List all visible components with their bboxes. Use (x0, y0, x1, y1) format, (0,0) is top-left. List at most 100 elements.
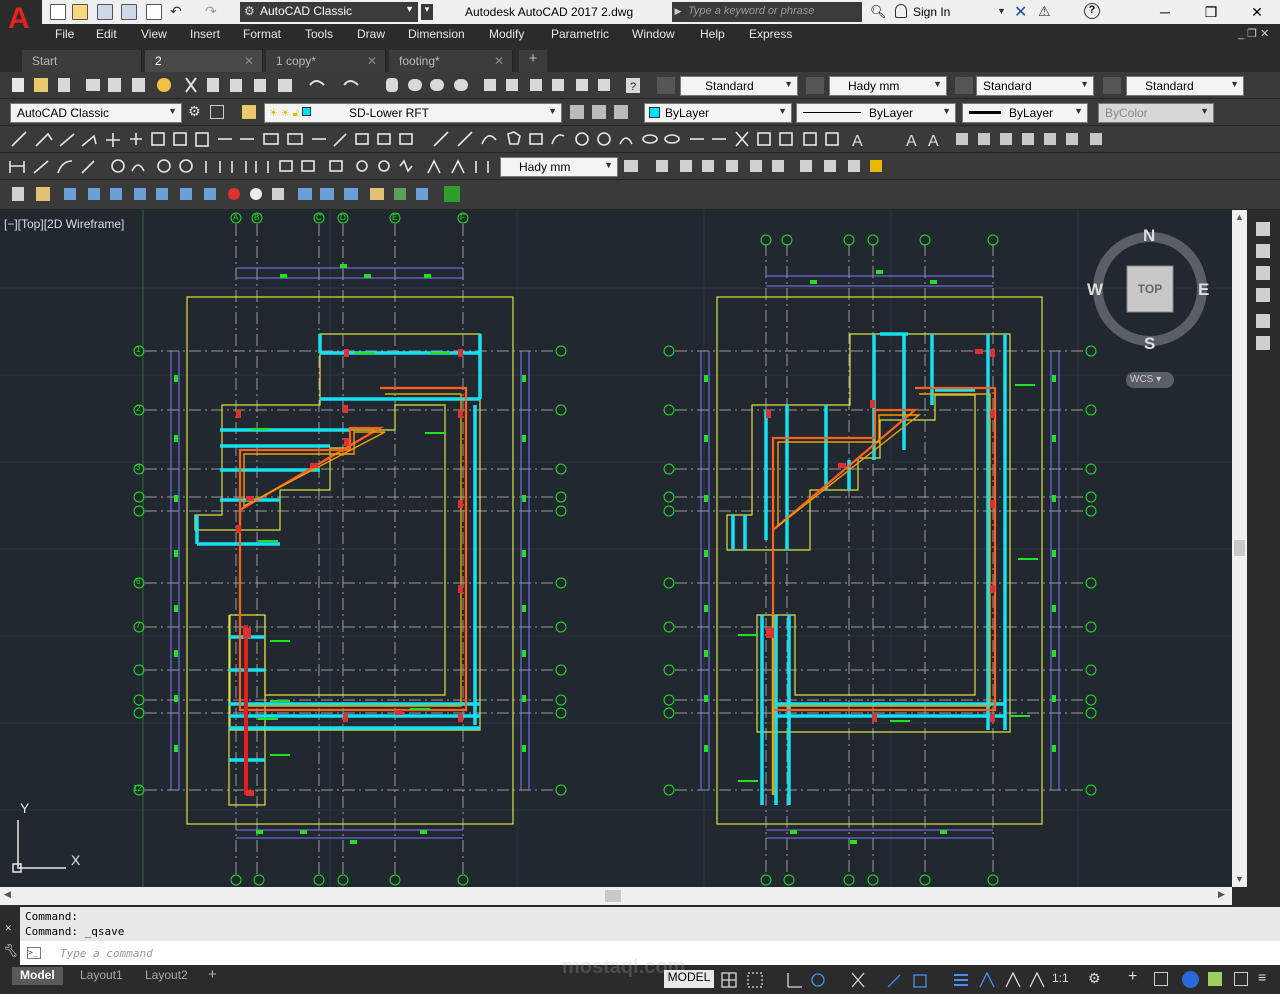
nav-tool-icon[interactable] (1256, 222, 1270, 236)
color-select[interactable]: ByLayer ▼ (644, 103, 792, 123)
plot-icon[interactable] (146, 4, 162, 20)
menu-format[interactable]: Format (243, 27, 281, 41)
sign-in-button[interactable]: Sign In (913, 5, 950, 19)
gear-icon[interactable]: ⚙ (188, 103, 201, 120)
minimize-button[interactable]: ─ (1142, 0, 1188, 24)
dimension-edit-icons[interactable] (620, 153, 890, 180)
drawing-canvas[interactable] (0, 210, 1232, 887)
scroll-thumb[interactable] (1234, 540, 1245, 556)
scroll-right-icon[interactable]: ▶ (1218, 889, 1225, 900)
layer-select[interactable]: ☀ ☀ 🔓︎ SD-Lower RFT ▼ (264, 103, 562, 123)
model-space-button[interactable]: MODEL (664, 970, 714, 988)
viewcube-north[interactable]: N (1143, 226, 1155, 246)
undo-icon[interactable]: ↶ (170, 3, 182, 20)
menu-insert[interactable]: Insert (190, 27, 220, 41)
workspace-combo[interactable]: AutoCAD Classic ▼ (10, 103, 182, 123)
table-style-select[interactable]: Standard ▼ (976, 76, 1094, 96)
dim-style-select[interactable]: Hady mm ▼ (829, 76, 947, 96)
menu-tools[interactable]: Tools (305, 27, 333, 41)
menu-window[interactable]: Window (632, 27, 675, 41)
make-current-layer-icon[interactable] (570, 105, 584, 119)
binoculars-icon[interactable]: 🔍︎ (870, 4, 887, 20)
nav-tool-icon[interactable] (1256, 314, 1270, 328)
close-button[interactable]: ✕ (1234, 0, 1280, 24)
standard-toolbar-icons[interactable]: ? (0, 72, 660, 99)
close-icon[interactable]: ✕ (244, 54, 254, 68)
tab-model[interactable]: Model (12, 967, 63, 985)
application-menu-button[interactable]: A (0, 0, 42, 44)
save-icon[interactable] (97, 4, 113, 20)
wrench-icon[interactable]: 🔧︎ (0, 941, 20, 965)
nav-tool-icon[interactable] (1256, 244, 1270, 258)
tab-2[interactable]: 2 ✕ (145, 50, 263, 72)
maximize-button[interactable]: ❐ (1188, 0, 1234, 24)
viewcube-top-face[interactable]: TOP (1127, 282, 1173, 296)
draw-modify-toolbar-icons[interactable]: A A A (0, 126, 1110, 153)
dimension-toolbar-icons[interactable] (0, 153, 500, 180)
plus-icon[interactable]: + (1128, 968, 1137, 986)
dim-style-combo[interactable]: Hady mm ▼ (500, 157, 618, 177)
menu-express[interactable]: Express (749, 27, 792, 41)
open-icon[interactable] (72, 4, 88, 20)
viewcube-west[interactable]: W (1087, 280, 1103, 300)
exchange-icon[interactable]: ✕ (1014, 2, 1027, 22)
menu-edit[interactable]: Edit (96, 27, 117, 41)
tab-start[interactable]: Start (22, 50, 142, 72)
scroll-down-icon[interactable]: ▼ (1235, 874, 1244, 884)
tab-1-copy[interactable]: 1 copy* ✕ (266, 50, 386, 72)
extra-toolbar-icons[interactable] (0, 180, 470, 210)
clean-screen-icon[interactable] (1208, 972, 1222, 986)
customize-icon[interactable] (1234, 972, 1248, 986)
layer-states-icon[interactable] (614, 105, 628, 119)
linetype-select[interactable]: ByLayer ▼ (796, 103, 956, 123)
search-input[interactable]: Type a keyword or phrase (684, 2, 862, 22)
menu-view[interactable]: View (141, 27, 167, 41)
scroll-up-icon[interactable]: ▲ (1235, 212, 1244, 222)
close-icon[interactable]: ✕ (367, 54, 377, 68)
menu-icon[interactable]: ≡ (1258, 969, 1266, 985)
new-icon[interactable] (50, 4, 66, 20)
layer-properties-icon[interactable] (242, 105, 256, 119)
viewcube-south[interactable]: S (1144, 334, 1155, 354)
menu-dimension[interactable]: Dimension (408, 27, 465, 41)
gear-icon[interactable]: ⚙ (1088, 970, 1101, 987)
command-prompt-icon[interactable]: >_ (27, 947, 41, 959)
nav-tool-icon[interactable] (1256, 288, 1270, 302)
add-layout-button[interactable]: + (208, 966, 217, 983)
menu-draw[interactable]: Draw (357, 27, 385, 41)
tab-layout2[interactable]: Layout2 (137, 967, 196, 985)
scroll-thumb[interactable] (605, 890, 621, 902)
nav-tool-icon[interactable] (1256, 336, 1270, 350)
layer-previous-icon[interactable] (592, 105, 606, 119)
viewport-controls-label[interactable]: [−][Top][2D Wireframe] (4, 217, 124, 231)
menu-help[interactable]: Help (700, 27, 725, 41)
mleader-style-select[interactable]: Standard ▼ (1126, 76, 1244, 96)
viewcube-east[interactable]: E (1198, 280, 1209, 300)
doc-window-controls[interactable]: _ ❐ ✕ (1238, 27, 1269, 40)
workspace-select[interactable]: ⚙ AutoCAD Classic ▼ (240, 2, 418, 22)
close-icon[interactable]: ✕ (494, 54, 504, 68)
isolate-objects-icon[interactable] (1154, 972, 1168, 986)
horizontal-scrollbar[interactable]: ◀ ▶ (0, 887, 1232, 905)
vertical-scrollbar[interactable]: ▲ ▼ (1232, 210, 1247, 887)
hardware-acceleration-icon[interactable] (1182, 971, 1199, 988)
drawing-viewport[interactable]: [−][Top][2D Wireframe] TOP N S W E WCS ▾… (0, 210, 1232, 887)
tab-footing[interactable]: footing* ✕ (389, 50, 513, 72)
menu-parametric[interactable]: Parametric (551, 27, 609, 41)
help-icon[interactable]: ? (1084, 3, 1100, 19)
a360-icon[interactable]: ⚠ (1038, 3, 1051, 20)
save-as-icon[interactable] (121, 4, 137, 20)
toolbar-lock-icon[interactable] (210, 105, 224, 119)
annotation-scale[interactable]: 1:1 (1052, 971, 1069, 985)
menu-modify[interactable]: Modify (489, 27, 524, 41)
lineweight-select[interactable]: ByLayer ▼ (962, 103, 1088, 123)
text-style-select[interactable]: Standard ▼ (680, 76, 798, 96)
wcs-menu[interactable]: WCS ▾ (1126, 372, 1174, 388)
redo-icon[interactable]: ↷ (205, 3, 217, 20)
status-toggle-icons[interactable] (718, 965, 1098, 994)
menu-file[interactable]: File (55, 27, 74, 41)
scroll-left-icon[interactable]: ◀ (4, 889, 11, 900)
nav-tool-icon[interactable] (1256, 266, 1270, 280)
customize-quick-access-icon[interactable]: ▾ (421, 4, 433, 20)
new-tab-button[interactable]: + (519, 50, 547, 72)
